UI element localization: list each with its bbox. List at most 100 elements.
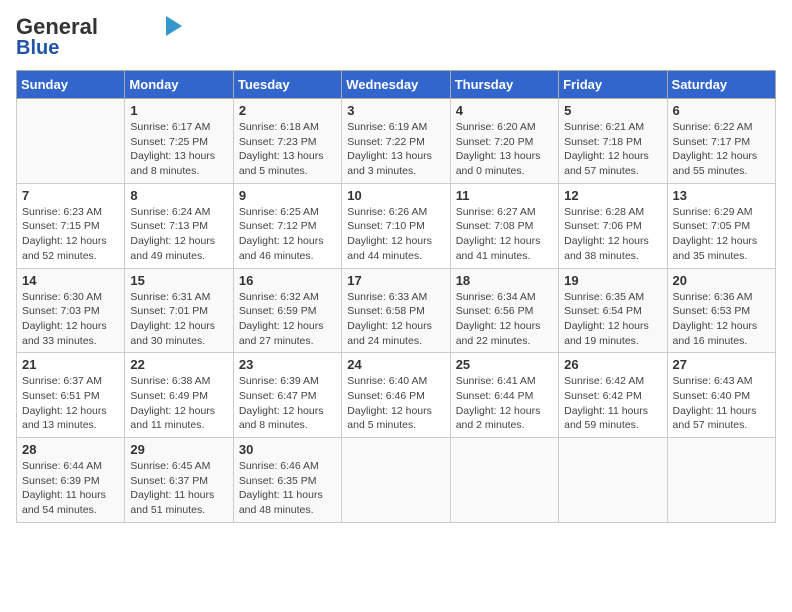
calendar-cell: 30 Sunrise: 6:46 AM Sunset: 6:35 PM Dayli…: [233, 438, 341, 523]
day-number: 13: [673, 188, 770, 203]
day-number: 11: [456, 188, 553, 203]
calendar-cell: 4Sunrise: 6:20 AM Sunset: 7:20 PM Daylig…: [450, 99, 558, 184]
calendar-table: SundayMondayTuesdayWednesdayThursdayFrid…: [16, 70, 776, 523]
day-number: 25: [456, 357, 553, 372]
calendar-cell: [342, 438, 450, 523]
day-info: Sunrise: 6:32 AM Sunset: 6:59 PM Dayligh…: [239, 290, 336, 349]
day-info: Sunrise: 6:38 AM Sunset: 6:49 PM Dayligh…: [130, 374, 227, 433]
logo-blue: Blue: [16, 38, 59, 58]
day-number: 22: [130, 357, 227, 372]
logo-general: General: [16, 14, 98, 39]
calendar-cell: 5Sunrise: 6:21 AM Sunset: 7:18 PM Daylig…: [559, 99, 667, 184]
calendar-cell: 18Sunrise: 6:34 AM Sunset: 6:56 PM Dayli…: [450, 268, 558, 353]
day-number: 3: [347, 103, 444, 118]
calendar-cell: 9 Sunrise: 6:25 AM Sunset: 7:12 PM Daylig…: [233, 183, 341, 268]
day-info: Sunrise: 6:22 AM Sunset: 7:17 PM Dayligh…: [673, 120, 770, 179]
day-number: 24: [347, 357, 444, 372]
calendar-cell: 3 Sunrise: 6:19 AM Sunset: 7:22 PM Daylig…: [342, 99, 450, 184]
calendar-cell: 11Sunrise: 6:27 AM Sunset: 7:08 PM Dayli…: [450, 183, 558, 268]
day-number: 12: [564, 188, 661, 203]
day-info: Sunrise: 6:19 AM Sunset: 7:22 PM Dayligh…: [347, 120, 444, 179]
header-row: SundayMondayTuesdayWednesdayThursdayFrid…: [17, 71, 776, 99]
logo: General Blue: [16, 16, 182, 58]
day-number: 30: [239, 442, 336, 457]
calendar-week-row: 21Sunrise: 6:37 AM Sunset: 6:51 PM Dayli…: [17, 353, 776, 438]
calendar-cell: 25 Sunrise: 6:41 AM Sunset: 6:44 PM Dayli…: [450, 353, 558, 438]
calendar-cell: [450, 438, 558, 523]
day-number: 19: [564, 273, 661, 288]
calendar-cell: [17, 99, 125, 184]
day-number: 5: [564, 103, 661, 118]
calendar-cell: 17 Sunrise: 6:33 AM Sunset: 6:58 PM Dayli…: [342, 268, 450, 353]
calendar-week-row: 28 Sunrise: 6:44 AM Sunset: 6:39 PM Dayli…: [17, 438, 776, 523]
day-info: Sunrise: 6:24 AM Sunset: 7:13 PM Dayligh…: [130, 205, 227, 264]
day-info: Sunrise: 6:41 AM Sunset: 6:44 PM Dayligh…: [456, 374, 553, 433]
calendar-cell: 20 Sunrise: 6:36 AM Sunset: 6:53 PM Dayli…: [667, 268, 775, 353]
calendar-cell: 1 Sunrise: 6:17 AM Sunset: 7:25 PM Daylig…: [125, 99, 233, 184]
day-number: 27: [673, 357, 770, 372]
day-info: Sunrise: 6:39 AM Sunset: 6:47 PM Dayligh…: [239, 374, 336, 433]
day-info: Sunrise: 6:46 AM Sunset: 6:35 PM Dayligh…: [239, 459, 336, 518]
day-info: Sunrise: 6:42 AM Sunset: 6:42 PM Dayligh…: [564, 374, 661, 433]
logo-arrow-icon: [166, 16, 182, 36]
calendar-cell: [667, 438, 775, 523]
calendar-cell: 26 Sunrise: 6:42 AM Sunset: 6:42 PM Dayli…: [559, 353, 667, 438]
day-number: 17: [347, 273, 444, 288]
logo-text: General: [16, 16, 98, 38]
day-number: 15: [130, 273, 227, 288]
day-number: 29: [130, 442, 227, 457]
day-number: 8: [130, 188, 227, 203]
weekday-header: Thursday: [450, 71, 558, 99]
day-number: 10: [347, 188, 444, 203]
calendar-week-row: 7Sunrise: 6:23 AM Sunset: 7:15 PM Daylig…: [17, 183, 776, 268]
calendar-week-row: 14Sunrise: 6:30 AM Sunset: 7:03 PM Dayli…: [17, 268, 776, 353]
day-info: Sunrise: 6:44 AM Sunset: 6:39 PM Dayligh…: [22, 459, 119, 518]
calendar-week-row: 1 Sunrise: 6:17 AM Sunset: 7:25 PM Daylig…: [17, 99, 776, 184]
day-info: Sunrise: 6:17 AM Sunset: 7:25 PM Dayligh…: [130, 120, 227, 179]
day-info: Sunrise: 6:28 AM Sunset: 7:06 PM Dayligh…: [564, 205, 661, 264]
calendar-cell: 16Sunrise: 6:32 AM Sunset: 6:59 PM Dayli…: [233, 268, 341, 353]
day-number: 14: [22, 273, 119, 288]
weekday-header: Tuesday: [233, 71, 341, 99]
calendar-cell: 14Sunrise: 6:30 AM Sunset: 7:03 PM Dayli…: [17, 268, 125, 353]
calendar-cell: 13 Sunrise: 6:29 AM Sunset: 7:05 PM Dayli…: [667, 183, 775, 268]
calendar-cell: 27Sunrise: 6:43 AM Sunset: 6:40 PM Dayli…: [667, 353, 775, 438]
day-info: Sunrise: 6:45 AM Sunset: 6:37 PM Dayligh…: [130, 459, 227, 518]
calendar-cell: 6 Sunrise: 6:22 AM Sunset: 7:17 PM Daylig…: [667, 99, 775, 184]
calendar-cell: 12 Sunrise: 6:28 AM Sunset: 7:06 PM Dayli…: [559, 183, 667, 268]
day-info: Sunrise: 6:23 AM Sunset: 7:15 PM Dayligh…: [22, 205, 119, 264]
calendar-cell: 29 Sunrise: 6:45 AM Sunset: 6:37 PM Dayli…: [125, 438, 233, 523]
calendar-cell: 8 Sunrise: 6:24 AM Sunset: 7:13 PM Daylig…: [125, 183, 233, 268]
day-number: 2: [239, 103, 336, 118]
day-info: Sunrise: 6:26 AM Sunset: 7:10 PM Dayligh…: [347, 205, 444, 264]
calendar-cell: 7Sunrise: 6:23 AM Sunset: 7:15 PM Daylig…: [17, 183, 125, 268]
day-info: Sunrise: 6:18 AM Sunset: 7:23 PM Dayligh…: [239, 120, 336, 179]
calendar-cell: 21Sunrise: 6:37 AM Sunset: 6:51 PM Dayli…: [17, 353, 125, 438]
day-number: 20: [673, 273, 770, 288]
calendar-cell: [559, 438, 667, 523]
calendar-cell: 23 Sunrise: 6:39 AM Sunset: 6:47 PM Dayli…: [233, 353, 341, 438]
page-header: General Blue: [16, 16, 776, 58]
day-number: 6: [673, 103, 770, 118]
day-number: 1: [130, 103, 227, 118]
day-number: 28: [22, 442, 119, 457]
calendar-cell: 10 Sunrise: 6:26 AM Sunset: 7:10 PM Dayli…: [342, 183, 450, 268]
day-info: Sunrise: 6:37 AM Sunset: 6:51 PM Dayligh…: [22, 374, 119, 433]
weekday-header: Monday: [125, 71, 233, 99]
day-number: 26: [564, 357, 661, 372]
day-number: 9: [239, 188, 336, 203]
day-info: Sunrise: 6:34 AM Sunset: 6:56 PM Dayligh…: [456, 290, 553, 349]
weekday-header: Wednesday: [342, 71, 450, 99]
day-info: Sunrise: 6:29 AM Sunset: 7:05 PM Dayligh…: [673, 205, 770, 264]
weekday-header: Saturday: [667, 71, 775, 99]
day-info: Sunrise: 6:40 AM Sunset: 6:46 PM Dayligh…: [347, 374, 444, 433]
day-info: Sunrise: 6:31 AM Sunset: 7:01 PM Dayligh…: [130, 290, 227, 349]
day-info: Sunrise: 6:25 AM Sunset: 7:12 PM Dayligh…: [239, 205, 336, 264]
calendar-cell: 28 Sunrise: 6:44 AM Sunset: 6:39 PM Dayli…: [17, 438, 125, 523]
calendar-cell: 15 Sunrise: 6:31 AM Sunset: 7:01 PM Dayli…: [125, 268, 233, 353]
day-number: 4: [456, 103, 553, 118]
weekday-header: Friday: [559, 71, 667, 99]
day-number: 23: [239, 357, 336, 372]
day-info: Sunrise: 6:36 AM Sunset: 6:53 PM Dayligh…: [673, 290, 770, 349]
day-info: Sunrise: 6:33 AM Sunset: 6:58 PM Dayligh…: [347, 290, 444, 349]
